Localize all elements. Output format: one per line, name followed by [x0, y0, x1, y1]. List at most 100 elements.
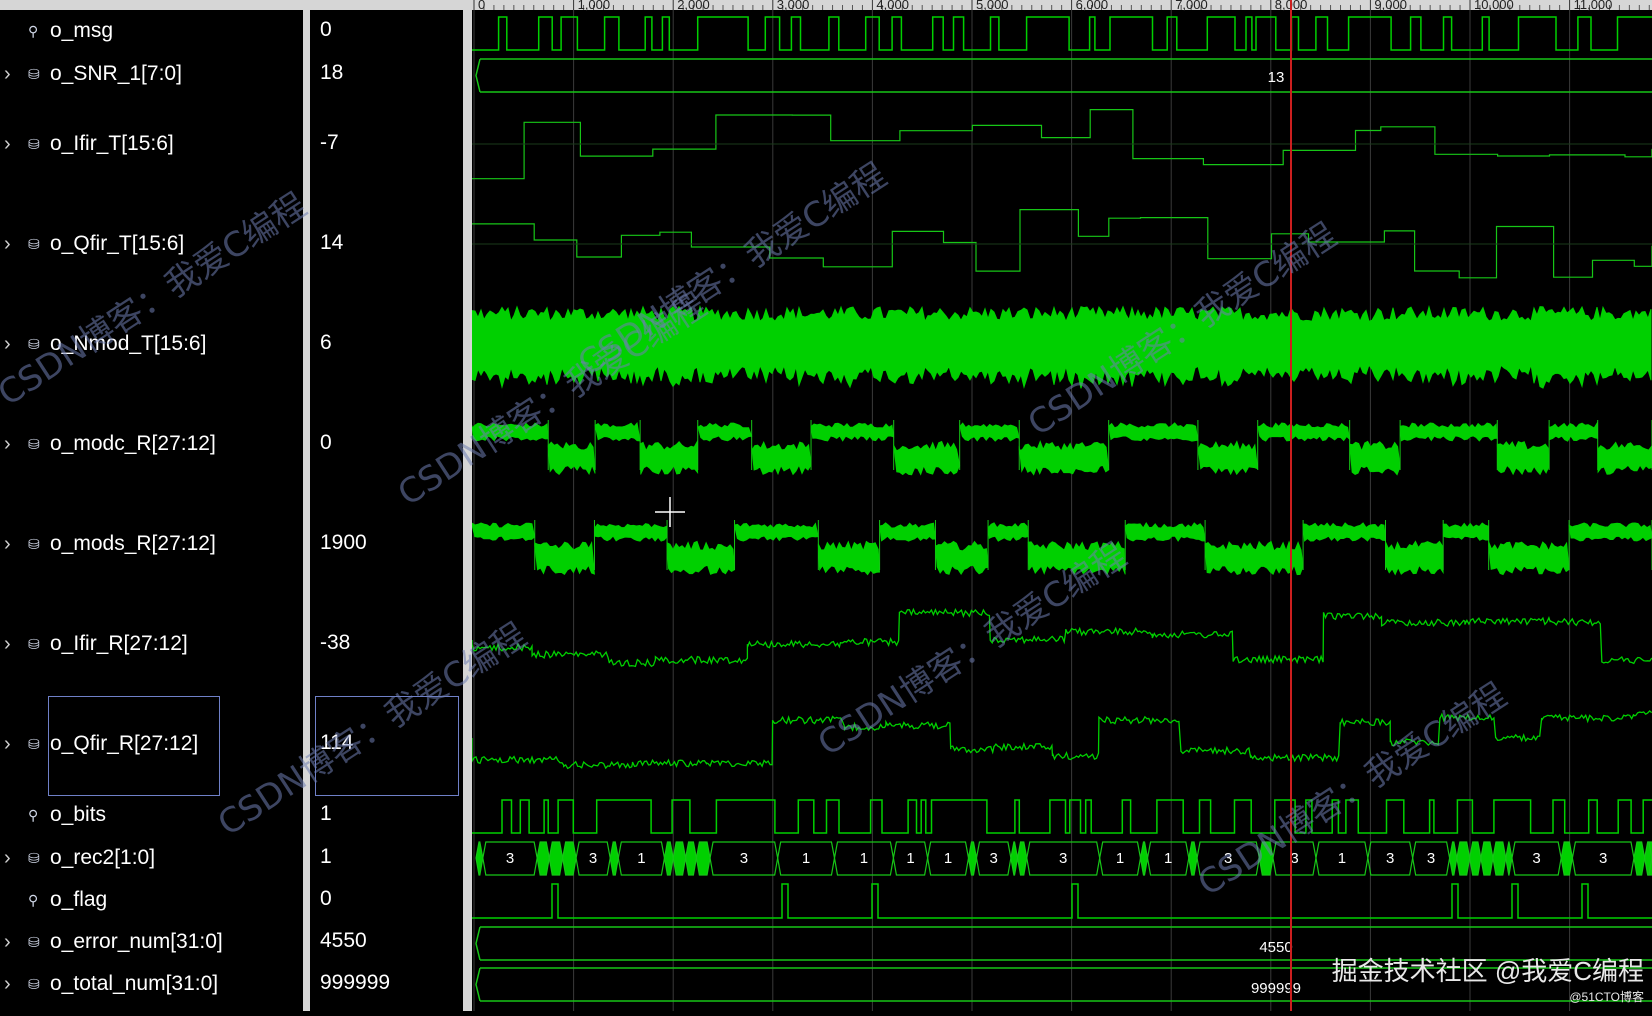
signal-row-o-flag[interactable]: ⚲ o_flag [0, 885, 303, 915]
expand-chevron-icon[interactable]: › [4, 534, 18, 554]
noisy-segment [594, 421, 641, 442]
bus-signal-icon: ⛁ [28, 735, 40, 752]
bus-segment [1448, 841, 1458, 876]
bus-signal-icon: ⛁ [28, 933, 40, 950]
bus-value-label: 1 [1338, 850, 1346, 867]
bus-segment [672, 841, 687, 876]
expand-chevron-icon[interactable]: › [4, 434, 18, 454]
bus-signal-icon: ⛁ [28, 635, 40, 652]
bus-value-label: 13 [1268, 69, 1285, 86]
signal-value: 1 [320, 845, 332, 868]
expand-chevron-icon[interactable]: › [4, 634, 18, 654]
wave-o_error-num-bus [475, 926, 1652, 961]
bus-value-label: 3 [1059, 850, 1067, 867]
ruler-tick-label: 2,000 [677, 0, 710, 12]
bit-signal-icon: ⚲ [28, 806, 39, 823]
bus-value-label: 3 [506, 850, 514, 867]
signal-row-o-modc-r-27-12[interactable]: › ⛁ o_modc_R[27:12] [0, 429, 303, 459]
name-pane-header [0, 0, 303, 10]
noisy-segment [1302, 522, 1386, 542]
bus-segment [609, 841, 619, 876]
signal-row-o-nmod-t-15-6[interactable]: › ⛁ o_Nmod_T[15:6] [0, 329, 303, 359]
bus-segment [1258, 841, 1274, 876]
bus-value-label: 3 [1224, 850, 1232, 867]
noisy-segment [534, 540, 595, 576]
bus-segment [1560, 841, 1573, 876]
expand-chevron-icon[interactable]: › [4, 234, 18, 254]
noisy-segment [935, 540, 989, 576]
wave-o_bits [472, 799, 1652, 834]
waveform-pane[interactable]: 01,0002,0003,0004,0005,0006,0007,0008,00… [471, 0, 1652, 1011]
signal-value: 999999 [320, 971, 391, 994]
signal-value: 4550 [320, 929, 367, 952]
signal-row-o-error-num-31-0[interactable]: › ⛁ o_error_num[31:0] [0, 927, 303, 957]
expand-chevron-icon[interactable]: › [4, 334, 18, 354]
noisy-segment [1548, 421, 1599, 442]
signal-row-o-qfir-t-15-6[interactable]: › ⛁ o_Qfir_T[15:6] [0, 229, 303, 259]
expand-chevron-icon[interactable]: › [4, 64, 18, 84]
signal-row-o-msg[interactable]: ⚲ o_msg [0, 16, 303, 46]
bus-segment [1505, 841, 1513, 876]
ruler-tick-label: 0 [478, 0, 485, 12]
bus-value-label: 3 [1532, 850, 1540, 867]
noisy-segment [1349, 440, 1401, 476]
noisy-segment [1442, 522, 1490, 541]
wave-o_total-num-bus [475, 967, 1652, 1002]
expand-chevron-icon[interactable]: › [4, 974, 18, 994]
bus-signal-icon: ⛁ [28, 235, 40, 252]
wave-o_ifir-r [471, 607, 1652, 668]
bus-signal-icon: ⛁ [28, 135, 40, 152]
signal-value: 14 [320, 231, 344, 254]
signal-row-o-ifir-t-15-6[interactable]: › ⛁ o_Ifir_T[15:6] [0, 129, 303, 159]
ruler-tick-label: 6,000 [1076, 0, 1109, 12]
wave-o_mods-r [471, 520, 1652, 576]
signal-name: o_rec2[1:0] [50, 846, 156, 869]
signal-row-o-total-num-31-0[interactable]: › ⛁ o_total_num[31:0] [0, 969, 303, 999]
signal-name: o_total_num[31:0] [50, 972, 219, 995]
signal-name: o_Ifir_R[27:12] [50, 632, 188, 655]
noisy-segment [471, 522, 536, 541]
noisy-segment [594, 523, 668, 542]
pane-splitter-left[interactable] [303, 0, 310, 1011]
digital-trace [472, 883, 1652, 919]
bus-signal-icon: ⛁ [28, 335, 40, 352]
noisy-segment [1027, 540, 1126, 575]
wave-o_msg [472, 16, 1652, 51]
waveform-canvas[interactable]: 01,0002,0003,0004,0005,0006,0007,0008,00… [471, 0, 1652, 1011]
bus-signal-icon: ⛁ [28, 535, 40, 552]
signal-value: 6 [320, 331, 332, 354]
signal-row-o-snr-1-7-0[interactable]: › ⛁ o_SNR_1[7:0] [0, 59, 303, 89]
expand-chevron-icon[interactable]: › [4, 848, 18, 868]
bus-segment [1492, 841, 1507, 876]
bus-value-label: 1 [860, 850, 868, 867]
noisy-segment [471, 422, 549, 442]
wave-o_flag [472, 883, 1652, 919]
bus-value-label: 4550 [1259, 939, 1292, 956]
bus-value-label: 3 [1599, 850, 1607, 867]
expand-chevron-icon[interactable]: › [4, 932, 18, 952]
bus-segment [536, 841, 550, 876]
pane-splitter-right[interactable] [463, 0, 472, 1011]
expand-chevron-icon[interactable]: › [4, 134, 18, 154]
bit-signal-icon: ⚲ [28, 22, 39, 39]
bus-signal-icon: ⛁ [28, 849, 40, 866]
signal-value: 0 [320, 431, 332, 454]
bus-value-label: 1 [906, 850, 914, 867]
noisy-segment [1197, 440, 1259, 476]
noisy-segment [1385, 540, 1444, 576]
signal-row-o-bits[interactable]: ⚲ o_bits [0, 800, 303, 830]
ruler-tick-label: 3,000 [777, 0, 810, 12]
bus-value-label: 1 [802, 850, 810, 867]
expand-chevron-icon[interactable]: › [4, 734, 18, 754]
bus-value-label: 3 [1427, 850, 1435, 867]
noisy-segment [1204, 540, 1304, 576]
bus-segment [684, 841, 698, 876]
noisy-segment [751, 441, 812, 476]
bus-value-label: 3 [589, 850, 597, 867]
signal-name: o_Nmod_T[15:6] [50, 332, 207, 355]
signal-name-pane: ⚲ o_msg › ⛁ o_SNR_1[7:0] › ⛁ o_Ifir_T[15:6] › ⛁ o_… [0, 0, 303, 1011]
signal-row-o-ifir-r-27-12[interactable]: › ⛁ o_Ifir_R[27:12] [0, 629, 303, 659]
noisy-segment [817, 540, 881, 576]
signal-row-o-mods-r-27-12[interactable]: › ⛁ o_mods_R[27:12] [0, 529, 303, 559]
signal-row-o-rec2-1-0[interactable]: › ⛁ o_rec2[1:0] [0, 843, 303, 873]
